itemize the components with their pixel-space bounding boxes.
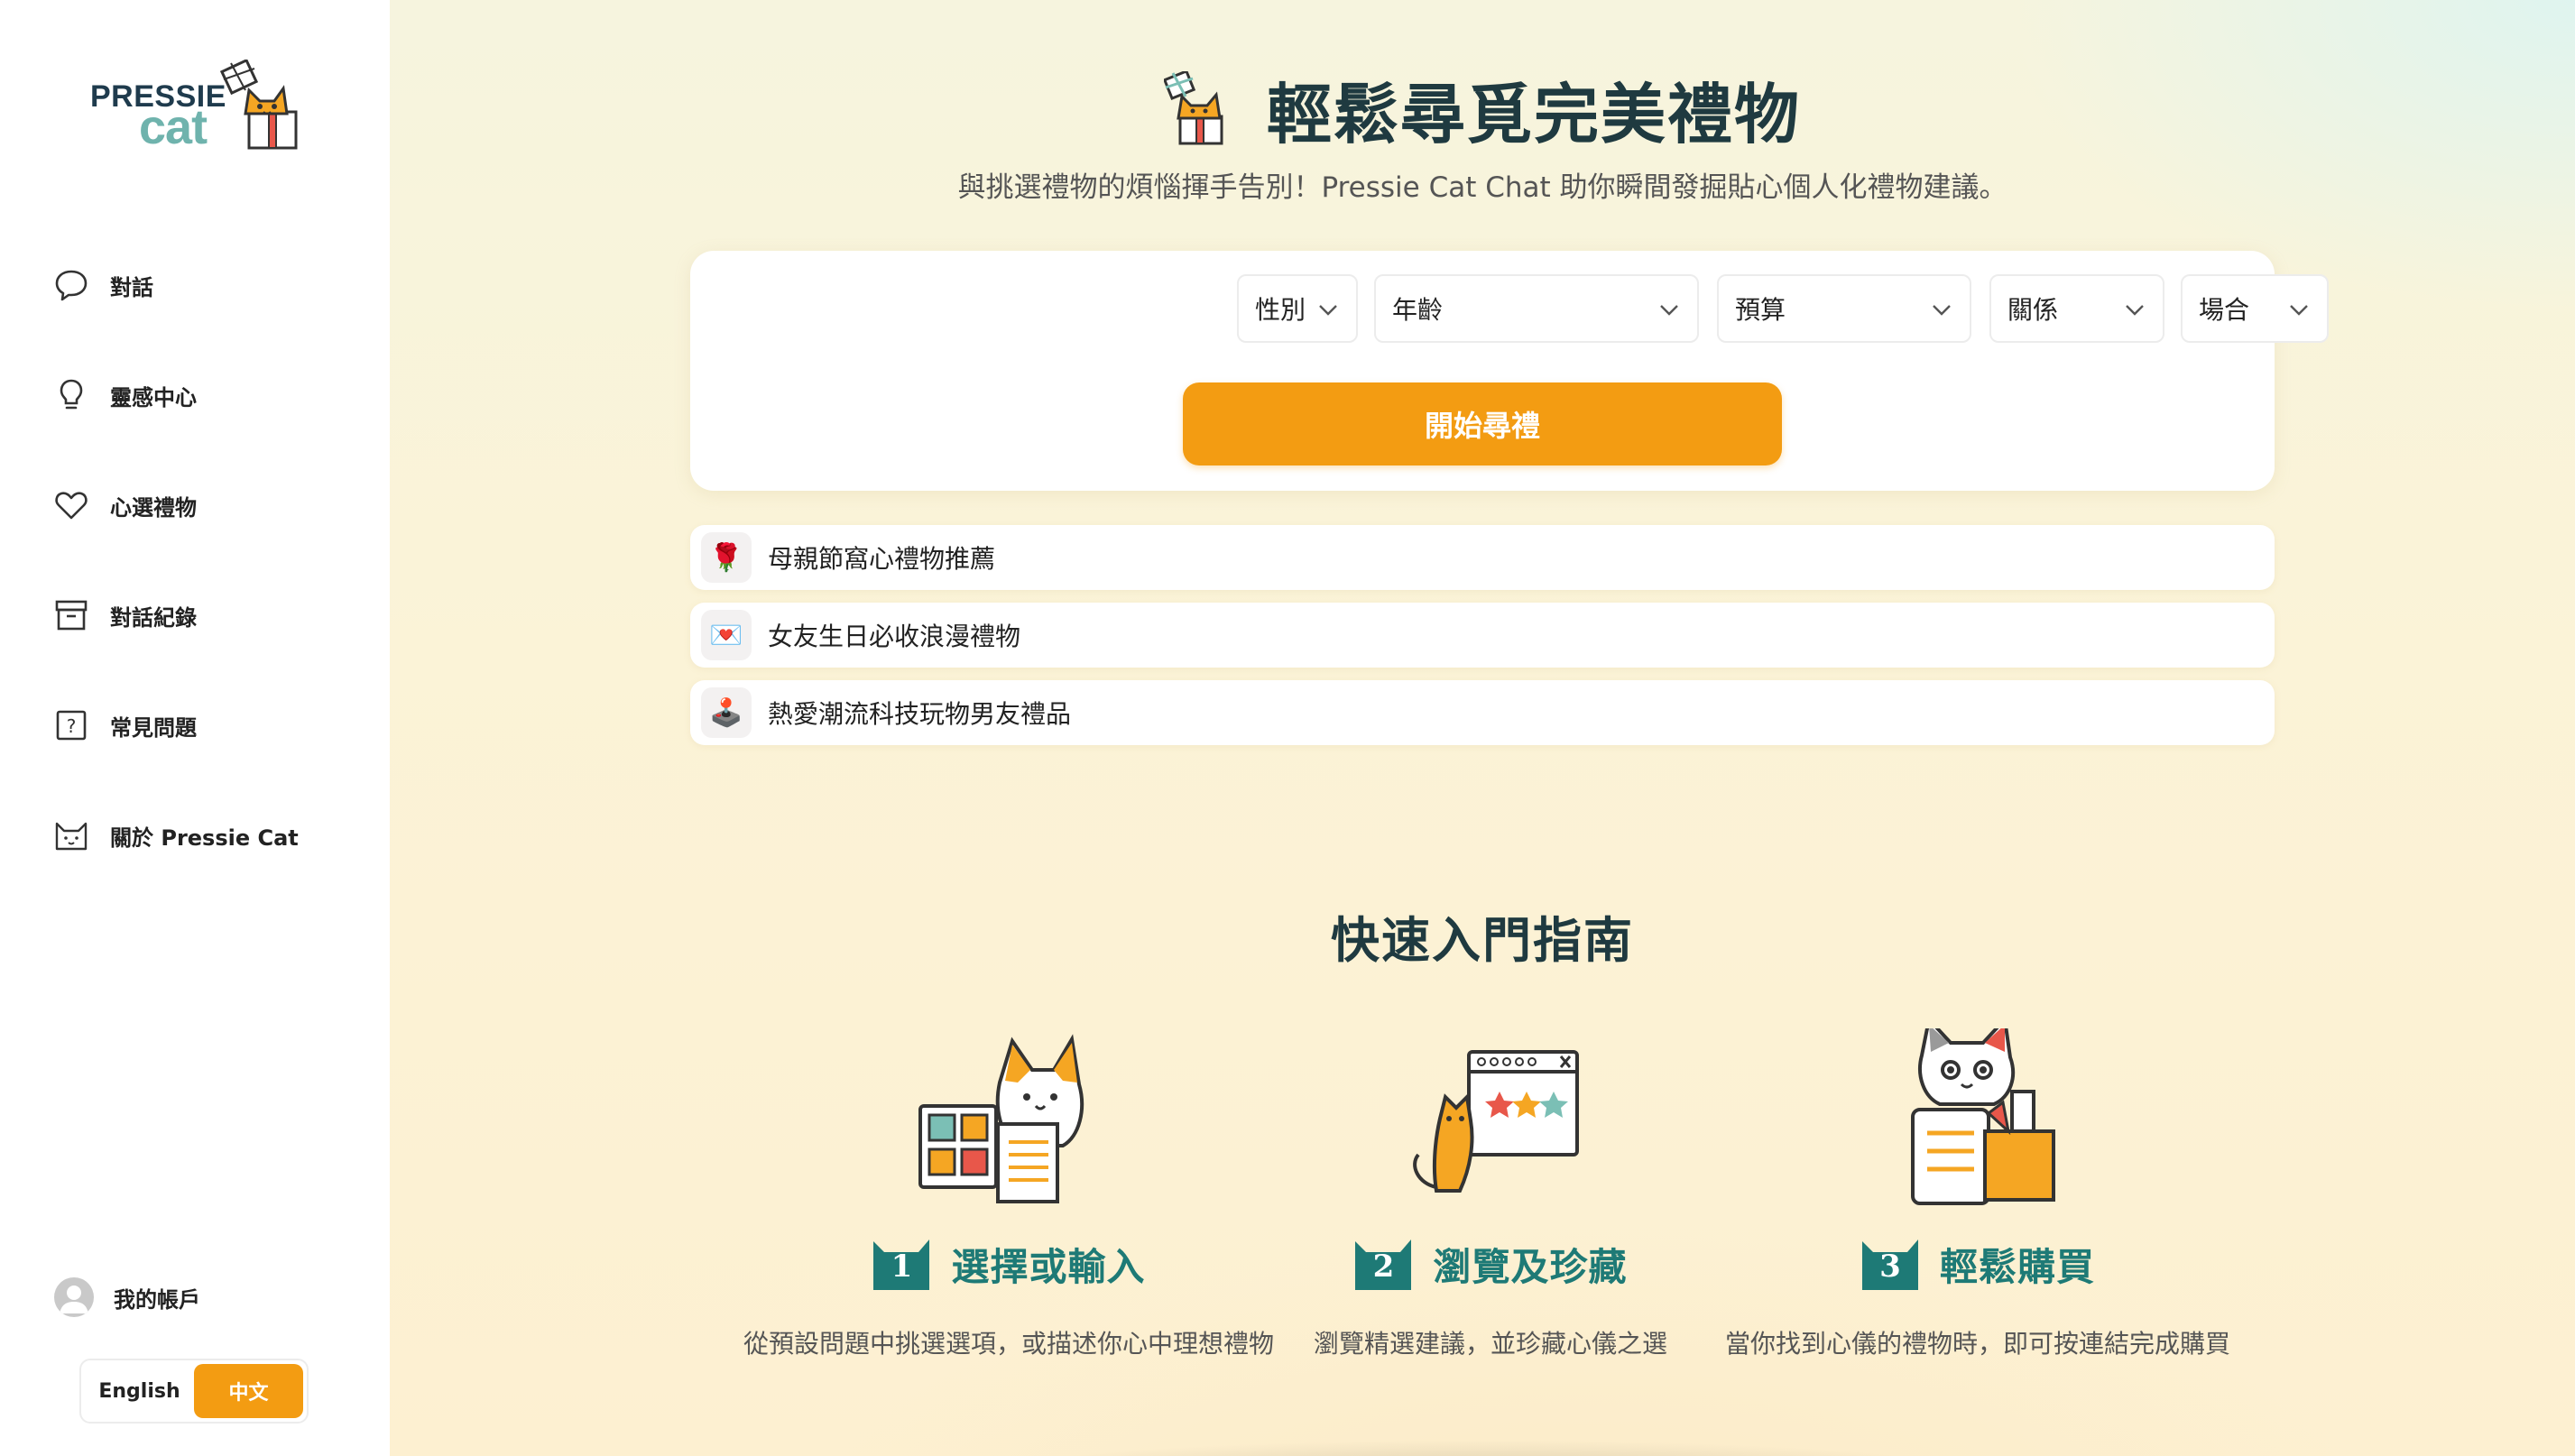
suggestion-text: 女友生日必收浪漫禮物 xyxy=(768,622,1021,651)
rose-icon: 🌹 xyxy=(701,532,752,583)
sidebar-item-faq[interactable]: ? 常見問題 xyxy=(52,698,377,752)
cat-face-icon xyxy=(52,816,90,854)
step-title: 選擇或輸入 xyxy=(951,1244,1146,1289)
step-number: 2 xyxy=(1372,1249,1395,1285)
cat-shopping-bag-icon xyxy=(1911,1028,2055,1205)
sidebar-item-label: 常見問題 xyxy=(110,714,197,741)
logo-word-cat: cat xyxy=(139,100,208,154)
account-label: 我的帳戶 xyxy=(114,1286,200,1313)
language-chinese-button[interactable]: 中文 xyxy=(194,1364,303,1418)
bottom-shadow xyxy=(967,1440,1996,1456)
occasion-select[interactable]: 場合 xyxy=(2181,274,2329,343)
sidebar-item-label: 心選禮物 xyxy=(110,494,197,521)
budget-select[interactable]: 預算 xyxy=(1717,274,1971,343)
main-content: 輕鬆尋覓完美禮物 與挑選禮物的煩惱揮手告別！Pressie Cat Chat 助… xyxy=(390,0,2575,1456)
step-number-badge: 3 xyxy=(1860,1236,1920,1292)
step-number: 1 xyxy=(891,1249,913,1285)
step-1-heading: 1 選擇或輸入 xyxy=(738,1236,1279,1292)
page-title: 輕鬆尋覓完美禮物 xyxy=(1266,77,1801,152)
suggestion-item-mothers-day[interactable]: 🌹 母親節窩心禮物推薦 xyxy=(690,525,2275,590)
gender-select-value: 性別 xyxy=(1255,295,1306,325)
chevron-down-icon xyxy=(1933,305,1951,316)
archive-box-icon xyxy=(52,596,90,634)
step-3-heading: 3 輕鬆購買 xyxy=(1707,1236,2248,1292)
suggestion-item-girlfriend-birthday[interactable]: 💌 女友生日必收浪漫禮物 xyxy=(690,603,2275,668)
question-square-icon: ? xyxy=(52,706,90,744)
sidebar: PRESSIE cat 對話 靈感中心 心選禮物 對話紀錄 ? 常見問題 關於 … xyxy=(0,0,390,1456)
start-gift-search-button[interactable]: 開始尋禮 xyxy=(1183,382,1782,465)
occasion-select-value: 場合 xyxy=(2199,295,2250,325)
sidebar-item-chat[interactable]: 對話 xyxy=(52,258,377,312)
page-subtitle: 與挑選禮物的煩惱揮手告別！Pressie Cat Chat 助你瞬間發掘貼心個人… xyxy=(957,171,2007,204)
account-button[interactable]: 我的帳戶 xyxy=(54,1277,200,1317)
relationship-select-value: 關係 xyxy=(2007,295,2059,325)
chevron-down-icon xyxy=(1319,305,1337,316)
gender-select[interactable]: 性別 xyxy=(1237,274,1358,343)
joystick-icon: 🕹️ xyxy=(701,687,752,738)
filter-selects: 性別 年齡 預算 關係 場合 xyxy=(690,274,2329,343)
language-toggle: English 中文 xyxy=(79,1359,309,1424)
step-description: 當你找到心儀的禮物時，即可按連結完成購買 xyxy=(1724,1329,2230,1359)
suggestion-item-tech-boyfriend[interactable]: 🕹️ 熱愛潮流科技玩物男友禮品 xyxy=(690,680,2275,745)
svg-text:?: ? xyxy=(67,715,77,737)
love-letter-icon: 💌 xyxy=(701,610,752,660)
step-title: 瀏覽及珍藏 xyxy=(1433,1244,1628,1289)
quick-start-guide-title: 快速入門指南 xyxy=(1331,912,1634,969)
relationship-select[interactable]: 關係 xyxy=(1989,274,2164,343)
sidebar-item-favorites[interactable]: 心選禮物 xyxy=(52,478,377,532)
sidebar-item-history[interactable]: 對話紀錄 xyxy=(52,588,377,642)
step-number-badge: 1 xyxy=(872,1236,931,1292)
hero-header: 輕鬆尋覓完美禮物 xyxy=(390,61,2575,156)
budget-select-value: 預算 xyxy=(1735,295,1786,325)
language-english-button[interactable]: English xyxy=(85,1364,194,1418)
sidebar-item-label: 靈感中心 xyxy=(110,384,197,410)
sidebar-item-label: 對話 xyxy=(110,274,153,300)
cat-choosing-options-icon xyxy=(918,1034,1084,1203)
step-2-heading: 2 瀏覽及珍藏 xyxy=(1220,1236,1761,1292)
chevron-down-icon xyxy=(2126,305,2144,316)
sidebar-item-label: 對話紀錄 xyxy=(110,604,197,631)
gift-filter-card: 性別 年齡 預算 關係 場合 開始尋禮 xyxy=(690,251,2329,491)
sidebar-item-inspiration[interactable]: 靈感中心 xyxy=(52,368,377,422)
step-title: 輕鬆購買 xyxy=(1939,1244,2095,1289)
suggestion-text: 母親節窩心禮物推薦 xyxy=(768,544,996,574)
sidebar-item-about[interactable]: 關於 Pressie Cat xyxy=(52,808,377,862)
sidebar-nav: 對話 靈感中心 心選禮物 對話紀錄 ? 常見問題 關於 Pressie Cat xyxy=(52,258,377,918)
age-select[interactable]: 年齡 xyxy=(1374,274,1699,343)
age-select-value: 年齡 xyxy=(1392,295,1444,325)
heart-icon xyxy=(52,486,90,524)
gift-cat-icon xyxy=(1163,70,1223,144)
step-number-badge: 2 xyxy=(1353,1236,1413,1292)
avatar-icon xyxy=(54,1277,94,1317)
step-number: 3 xyxy=(1879,1249,1901,1285)
pressie-cat-logo[interactable]: PRESSIE cat xyxy=(87,58,303,157)
cat-browsing-reviews-icon xyxy=(1413,1050,1579,1193)
logo-cat-gift-icon xyxy=(219,60,298,150)
sidebar-item-label: 關於 Pressie Cat xyxy=(110,825,299,851)
chat-bubble-icon xyxy=(52,266,90,304)
lightbulb-icon xyxy=(52,376,90,414)
chevron-down-icon xyxy=(2290,305,2308,316)
chevron-down-icon xyxy=(1660,305,1678,316)
suggestion-text: 熱愛潮流科技玩物男友禮品 xyxy=(768,699,1072,729)
